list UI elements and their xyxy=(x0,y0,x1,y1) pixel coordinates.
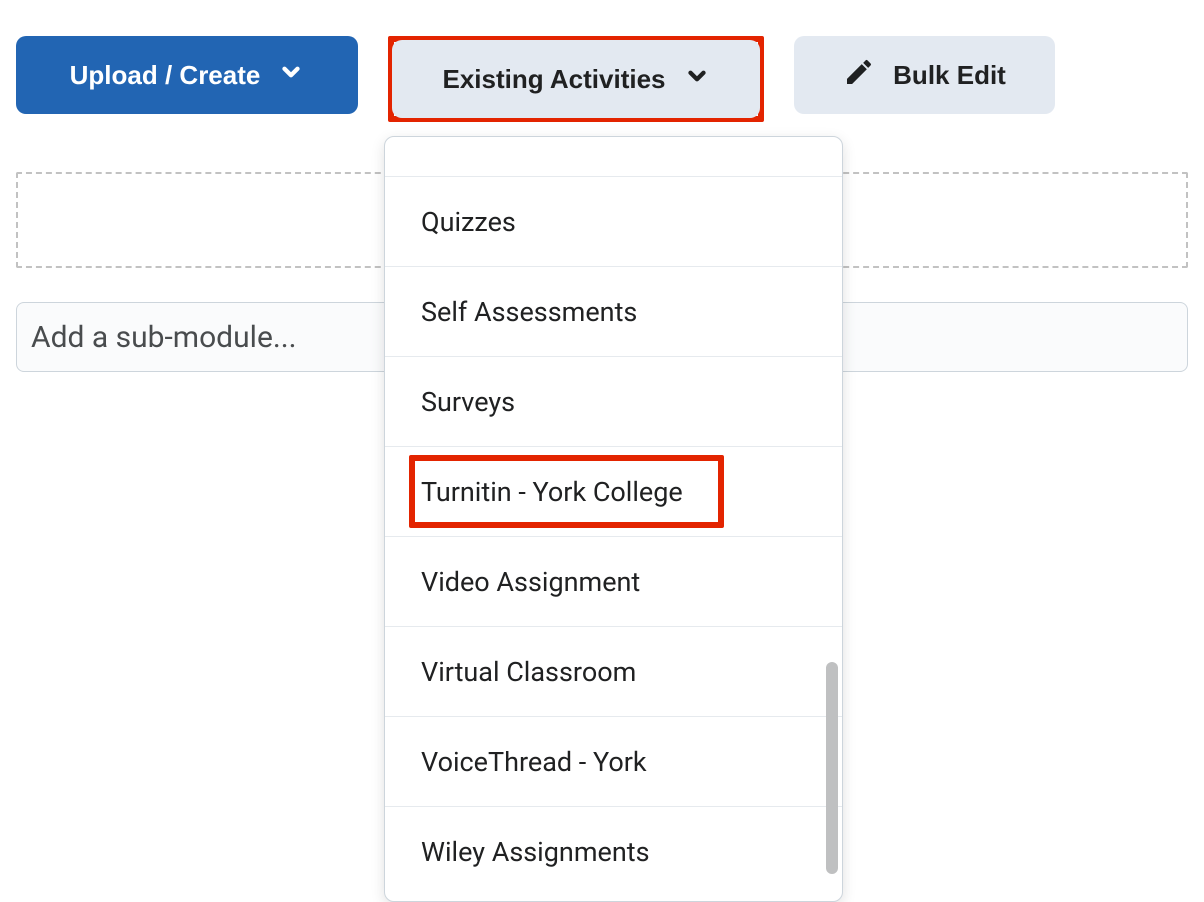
existing-activities-highlight: Existing Activities xyxy=(388,36,764,122)
dropdown-item-label: Virtual Classroom xyxy=(421,656,636,688)
dropdown-scrollbar-thumb[interactable] xyxy=(826,662,838,874)
dropdown-list: Quizzes Self Assessments Surveys Turniti… xyxy=(385,177,842,897)
toolbar: Upload / Create Existing Activities Bulk… xyxy=(0,0,1204,122)
dropdown-item-label: Surveys xyxy=(421,386,515,418)
bulk-edit-label: Bulk Edit xyxy=(893,60,1006,91)
dropdown-item-self-assessments[interactable]: Self Assessments xyxy=(385,267,842,357)
dropdown-item-label: Video Assignment xyxy=(421,566,640,598)
existing-activities-label: Existing Activities xyxy=(443,64,666,95)
chevron-down-icon xyxy=(684,63,710,96)
upload-create-button[interactable]: Upload / Create xyxy=(16,36,358,114)
dropdown-item-label: Quizzes xyxy=(421,206,516,238)
upload-create-label: Upload / Create xyxy=(70,60,261,91)
dropdown-item-label: Self Assessments xyxy=(421,296,637,328)
dropdown-item-surveys[interactable]: Surveys xyxy=(385,357,842,447)
dropdown-item-video-assignment[interactable]: Video Assignment xyxy=(385,537,842,627)
dropdown-item-voicethread[interactable]: VoiceThread - York xyxy=(385,717,842,807)
dropdown-item-turnitin[interactable]: Turnitin - York College xyxy=(385,447,842,537)
bulk-edit-button[interactable]: Bulk Edit xyxy=(794,36,1055,114)
dropdown-item-label: VoiceThread - York xyxy=(421,746,647,778)
dropdown-item-label: Turnitin - York College xyxy=(421,476,683,508)
existing-activities-button[interactable]: Existing Activities xyxy=(392,40,760,118)
dropdown-top-spacer xyxy=(385,137,842,177)
existing-activities-dropdown: Quizzes Self Assessments Surveys Turniti… xyxy=(384,136,843,902)
dropdown-item-quizzes[interactable]: Quizzes xyxy=(385,177,842,267)
chevron-down-icon xyxy=(278,59,304,92)
dropdown-item-wiley[interactable]: Wiley Assignments xyxy=(385,807,842,897)
bulk-edit-icon xyxy=(843,56,875,95)
dropdown-item-label: Wiley Assignments xyxy=(421,836,650,868)
dropdown-item-virtual-classroom[interactable]: Virtual Classroom xyxy=(385,627,842,717)
